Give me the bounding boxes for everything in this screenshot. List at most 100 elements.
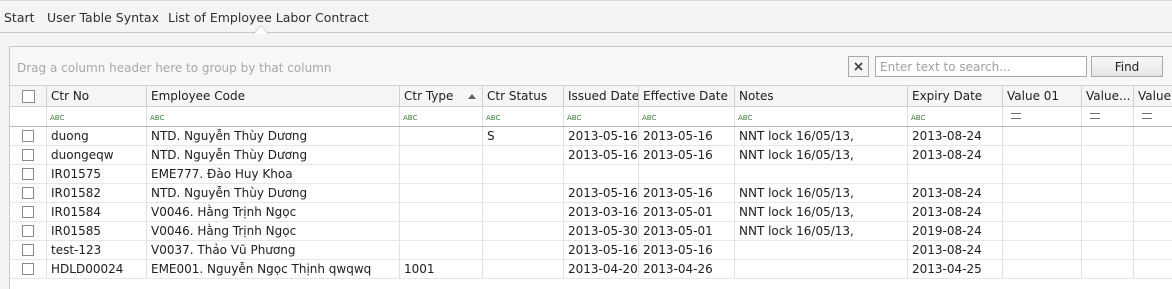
row-checkbox[interactable] [22,244,34,256]
cell-ctr-type[interactable] [400,222,483,240]
column-header-value-01[interactable]: Value 01 [1003,86,1082,106]
column-header-employee-code[interactable]: Employee Code [147,86,400,106]
column-header-ctr-type[interactable]: Ctr Type [400,86,483,106]
cell-ctr-no[interactable]: IR01584 [47,203,147,221]
filter-cell[interactable] [1134,107,1172,126]
cell-employee-code[interactable]: NTD. Nguyễn Thùy Dương [147,146,400,164]
cell-notes[interactable] [735,241,908,259]
filter-cell[interactable]: ABC [483,107,564,126]
cell-ctr-type[interactable]: 1001 [400,260,483,278]
cell-ctr-no[interactable]: IR01585 [47,222,147,240]
cell-ctr-no[interactable]: HDLD00024 [47,260,147,278]
cell-employee-code[interactable]: V0046. Hằng Trịnh Ngọc [147,203,400,221]
cell-employee-code[interactable]: EME001. Nguyễn Ngọc Thịnh qwqwq [147,260,400,278]
cell-expiry-date[interactable]: 2013-08-24 [908,146,1003,164]
cell-issued-date[interactable]: 2013-05-16 [564,241,639,259]
row-checkbox[interactable] [22,187,34,199]
table-row[interactable]: IR01582 NTD. Nguyễn Thùy Dương 2013-05-16 2… [10,184,1172,203]
filter-cell[interactable]: ABC [639,107,735,126]
cell-value-02[interactable] [1082,260,1134,278]
cell-value-01[interactable] [1003,127,1082,145]
row-checkbox[interactable] [22,168,34,180]
filter-cell[interactable]: ABC [735,107,908,126]
search-input[interactable] [875,56,1087,77]
row-checkbox[interactable] [22,130,34,142]
cell-effective-date[interactable]: 2013-05-16 [639,146,735,164]
cell-effective-date[interactable]: 2013-05-16 [639,184,735,202]
cell-ctr-no[interactable]: test-123 [47,241,147,259]
tab-user-table-syntax[interactable]: User Table Syntax [47,8,159,28]
cell-expiry-date[interactable]: 2013-08-24 [908,184,1003,202]
cell-employee-code[interactable]: V0037. Thảo Vũ Phương [147,241,400,259]
cell-value-02[interactable] [1082,241,1134,259]
cell-employee-code[interactable]: NTD. Nguyễn Thùy Dương [147,184,400,202]
cell-issued-date[interactable]: 2013-05-30 [564,222,639,240]
table-row[interactable]: duongeqw NTD. Nguyễn Thùy Dương 2013-05-16… [10,146,1172,165]
cell-employee-code[interactable]: V0046. Hằng Trịnh Ngọc [147,222,400,240]
cell-value-02[interactable] [1082,127,1134,145]
column-header-value-02[interactable]: Value... [1082,86,1134,106]
cell-ctr-no[interactable]: duongeqw [47,146,147,164]
cell-ctr-type[interactable] [400,127,483,145]
cell-value-03[interactable] [1134,222,1172,240]
cell-ctr-type[interactable] [400,165,483,183]
column-header-notes[interactable]: Notes [735,86,908,106]
select-all-checkbox[interactable] [22,90,35,103]
cell-effective-date[interactable] [639,165,735,183]
cell-expiry-date[interactable] [908,165,1003,183]
cell-ctr-status[interactable]: S [483,127,564,145]
find-button[interactable]: Find [1091,56,1163,77]
cell-employee-code[interactable]: EME777. Đào Huy Khoa [147,165,400,183]
cell-issued-date[interactable]: 2013-03-16 [564,203,639,221]
cell-value-02[interactable] [1082,184,1134,202]
cell-value-01[interactable] [1003,165,1082,183]
table-row[interactable]: IR01575 EME777. Đào Huy Khoa [10,165,1172,184]
filter-cell[interactable]: ABC [147,107,400,126]
cell-ctr-status[interactable] [483,260,564,278]
filter-cell[interactable] [1082,107,1134,126]
table-row[interactable]: IR01584 V0046. Hằng Trịnh Ngọc 2013-03-16 2… [10,203,1172,222]
cell-value-03[interactable] [1134,165,1172,183]
cell-issued-date[interactable]: 2013-04-20 [564,260,639,278]
clear-search-button[interactable] [848,56,869,77]
column-header-issued-date[interactable]: Issued Date [564,86,639,106]
cell-value-02[interactable] [1082,146,1134,164]
cell-value-01[interactable] [1003,260,1082,278]
cell-value-03[interactable] [1134,260,1172,278]
cell-notes[interactable]: NNT lock 16/05/13, [735,203,908,221]
cell-notes[interactable]: NNT lock 16/05/13, [735,127,908,145]
cell-value-03[interactable] [1134,146,1172,164]
cell-notes[interactable] [735,165,908,183]
row-checkbox[interactable] [22,206,34,218]
cell-employee-code[interactable]: NTD. Nguyễn Thùy Dương [147,127,400,145]
cell-ctr-status[interactable] [483,165,564,183]
cell-ctr-status[interactable] [483,184,564,202]
cell-notes[interactable]: NNT lock 16/05/13, [735,184,908,202]
cell-effective-date[interactable]: 2013-04-26 [639,260,735,278]
cell-value-01[interactable] [1003,222,1082,240]
cell-ctr-type[interactable] [400,184,483,202]
column-header-ctr-status[interactable]: Ctr Status [483,86,564,106]
cell-ctr-no[interactable]: IR01575 [47,165,147,183]
filter-cell[interactable]: ABC [908,107,1003,126]
filter-cell[interactable]: ABC [47,107,147,126]
cell-effective-date[interactable]: 2013-05-01 [639,203,735,221]
cell-value-03[interactable] [1134,241,1172,259]
tab-start[interactable]: Start [4,8,35,28]
cell-effective-date[interactable]: 2013-05-16 [639,127,735,145]
cell-ctr-status[interactable] [483,146,564,164]
cell-ctr-type[interactable] [400,241,483,259]
row-checkbox[interactable] [22,225,34,237]
filter-cell[interactable]: ABC [564,107,639,126]
cell-expiry-date[interactable]: 2019-08-24 [908,222,1003,240]
cell-value-02[interactable] [1082,203,1134,221]
cell-issued-date[interactable]: 2013-05-16 [564,146,639,164]
cell-expiry-date[interactable]: 2013-08-24 [908,127,1003,145]
cell-value-01[interactable] [1003,203,1082,221]
cell-value-02[interactable] [1082,222,1134,240]
cell-value-02[interactable] [1082,165,1134,183]
filter-cell[interactable]: ABC [400,107,483,126]
cell-notes[interactable] [735,260,908,278]
group-by-panel[interactable]: Drag a column header here to group by th… [10,47,1172,86]
cell-ctr-status[interactable] [483,241,564,259]
